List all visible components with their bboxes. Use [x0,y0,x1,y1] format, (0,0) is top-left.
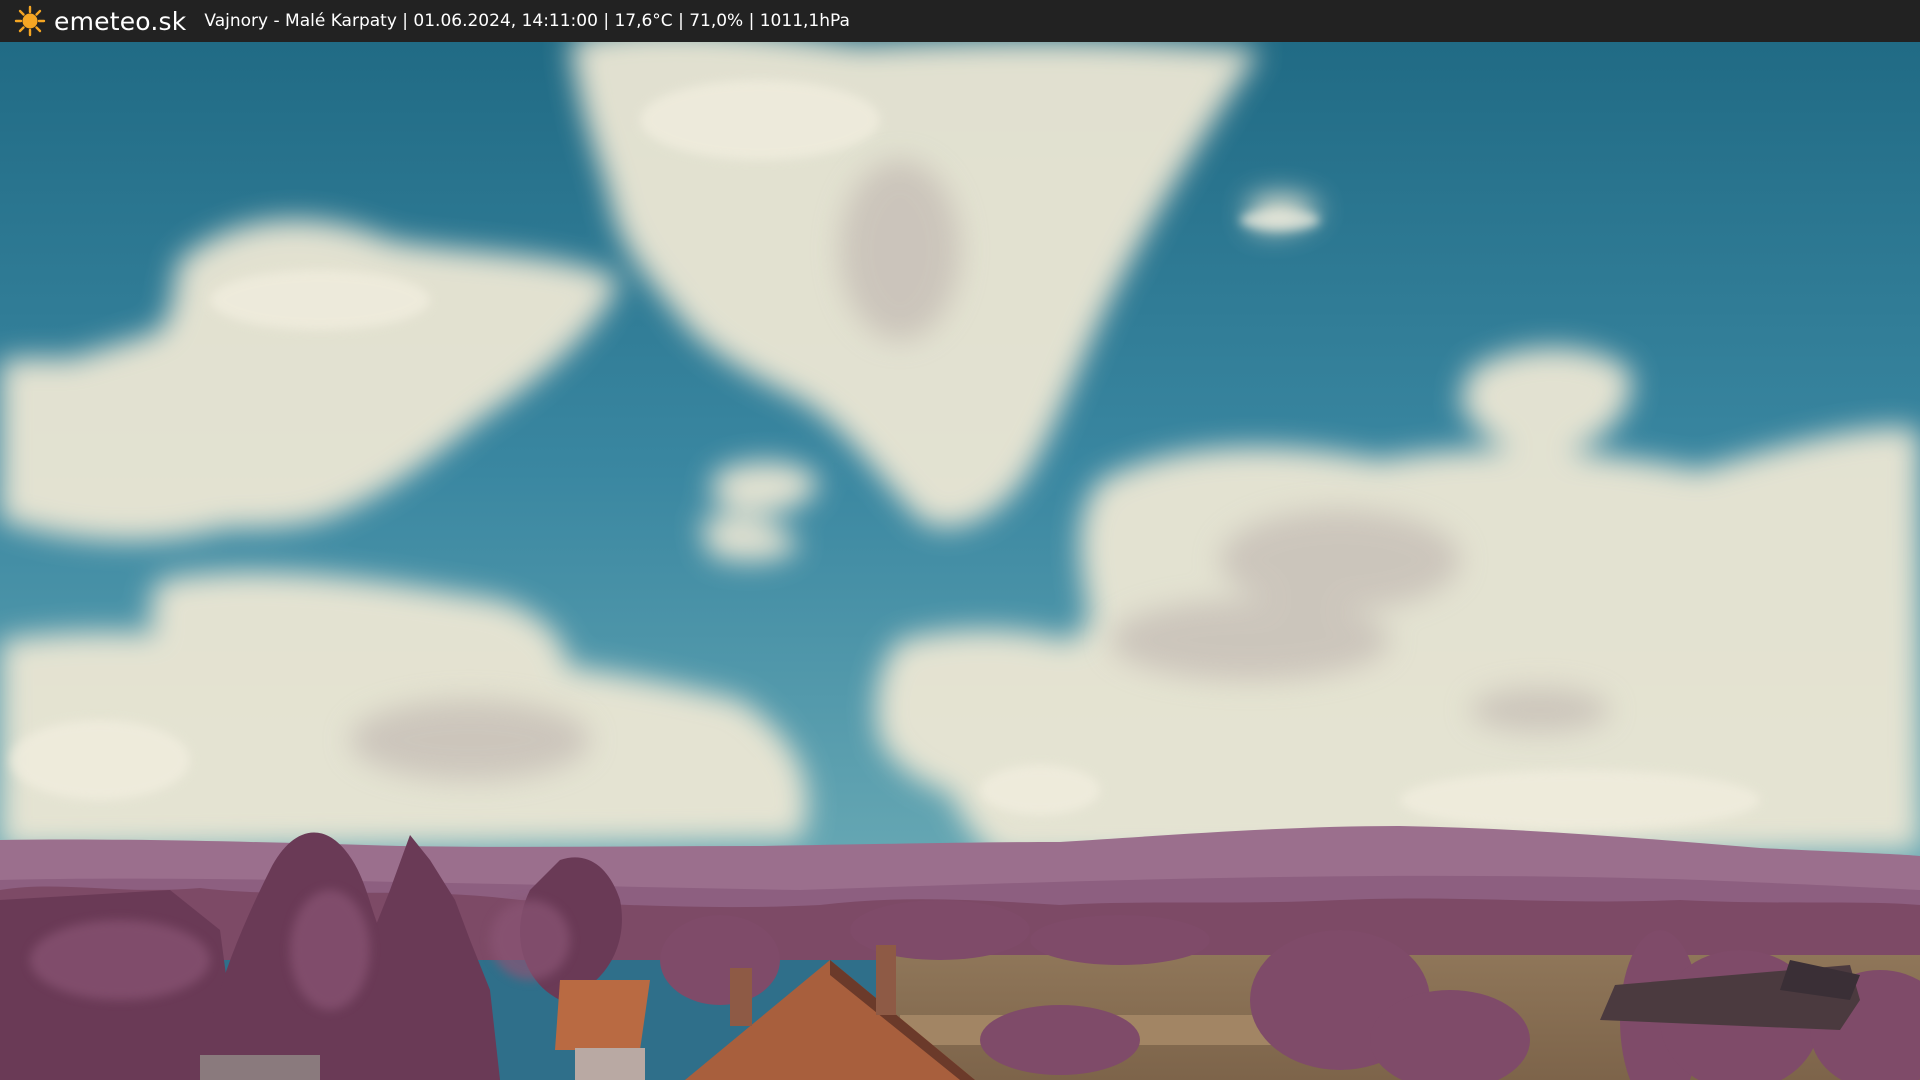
top-bar: emeteo.sk Vajnory - Malé Karpaty | 01.06… [0,0,1920,42]
house-left [555,980,650,1080]
site-brand: emeteo.sk [54,6,187,36]
weather-info: Vajnory - Malé Karpaty | 01.06.2024, 14:… [204,11,850,31]
house-left-small [200,1055,320,1080]
sun-icon [14,5,46,37]
webcam-image [0,0,1920,1080]
